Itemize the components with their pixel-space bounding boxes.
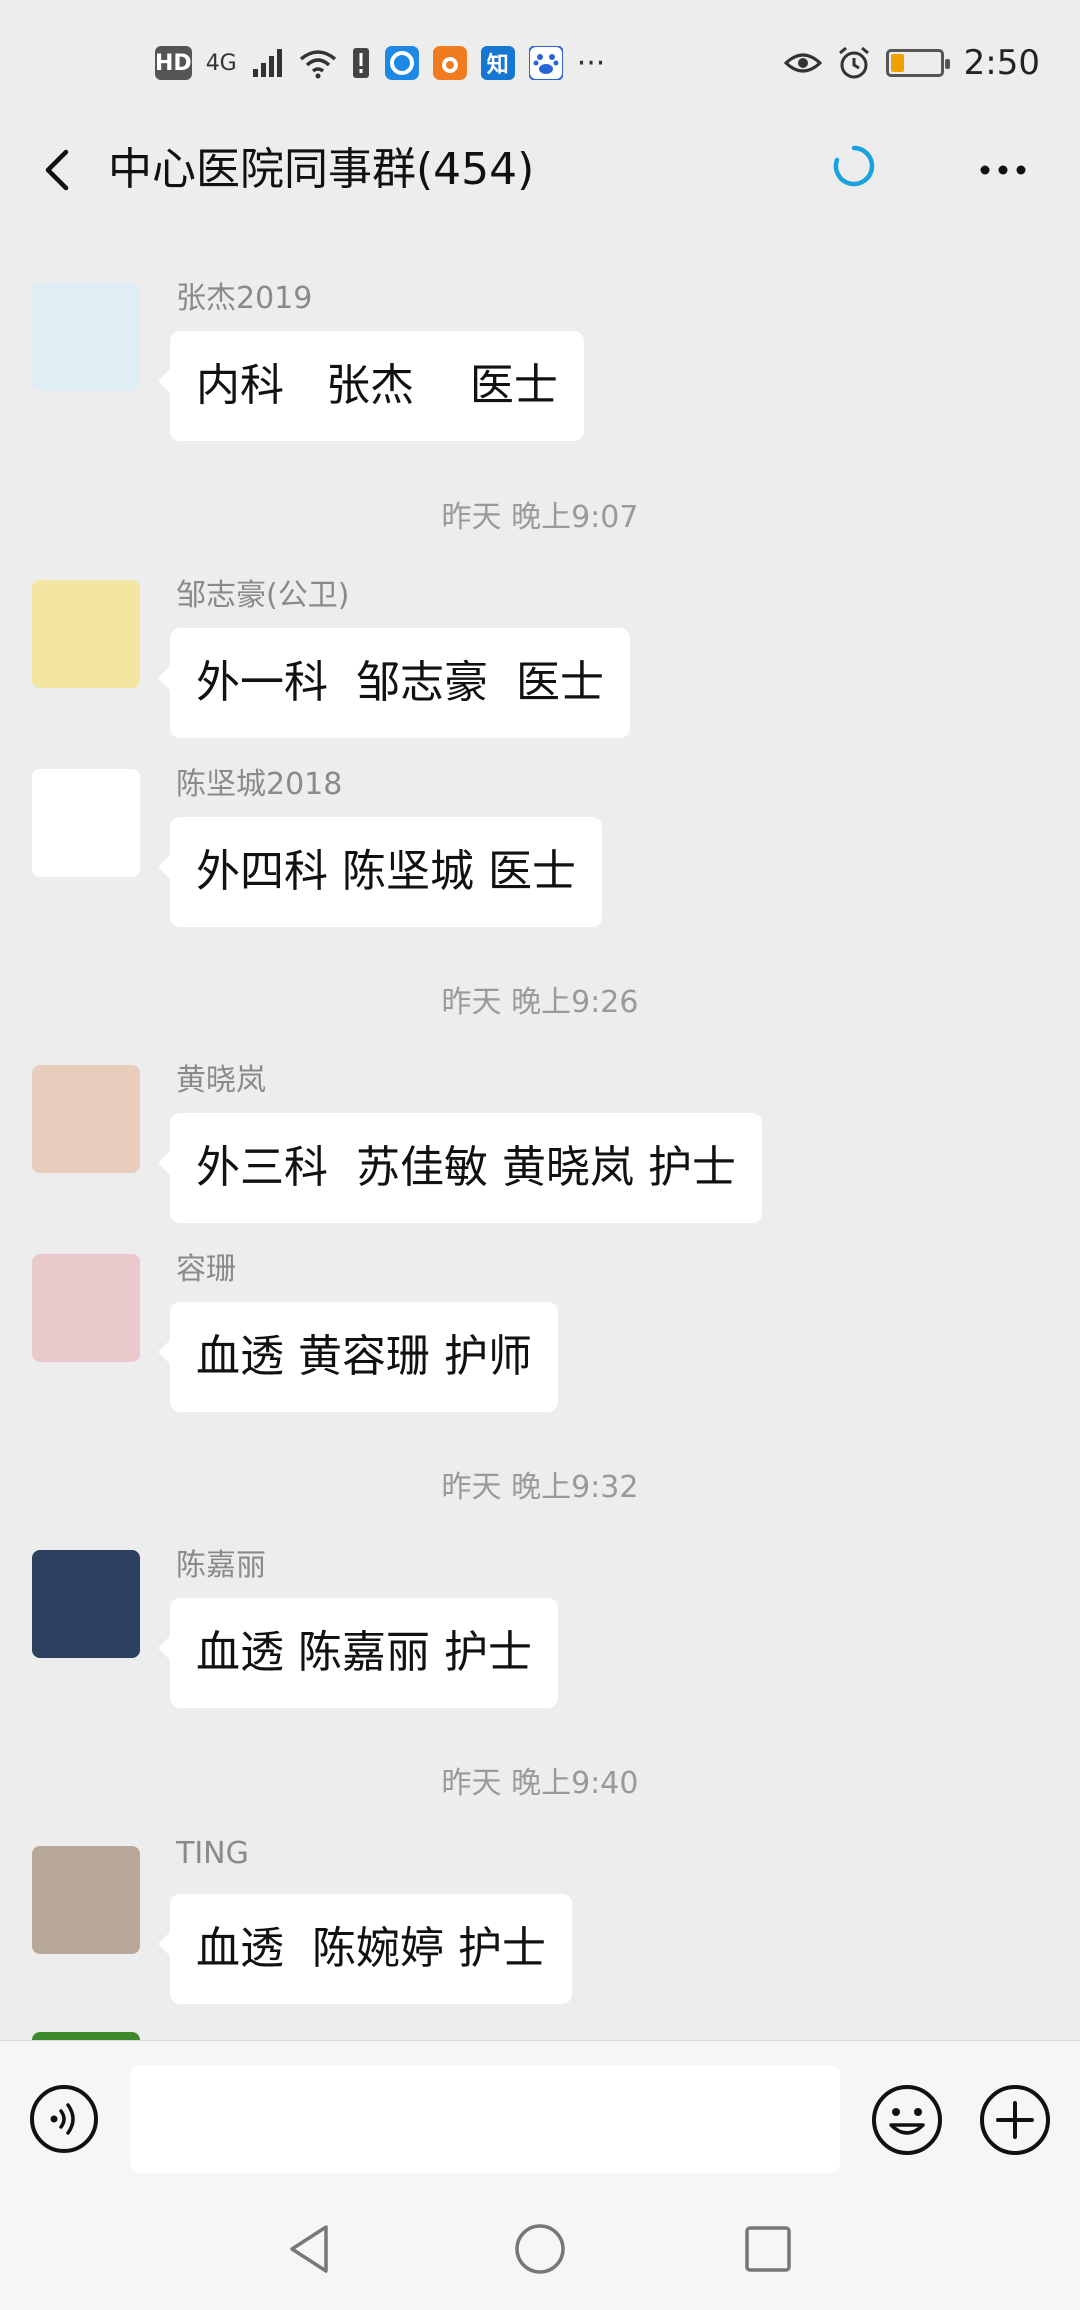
chat-header: 中心医院同事群(454) <box>0 120 1080 220</box>
zhihu-icon: 知 <box>480 46 515 80</box>
message-bubble[interactable]: 血透 陈嘉丽 护士 <box>158 1598 558 1708</box>
message-text-input[interactable] <box>130 2065 840 2173</box>
more-notifications-icon: ··· <box>576 45 606 81</box>
alarm-icon <box>838 46 869 79</box>
hd-icon: HD <box>155 46 192 80</box>
avatar[interactable] <box>32 769 140 877</box>
browser-icon <box>384 46 419 80</box>
sender-name: 张杰2019 <box>176 281 313 316</box>
status-left-icons: HD 4G 知 ··· <box>155 38 605 88</box>
avatar[interactable] <box>32 1254 140 1362</box>
battery-level <box>890 54 904 72</box>
status-right-icons: 2:50 <box>783 38 1040 88</box>
nav-home-icon[interactable] <box>512 2221 568 2277</box>
emoji-icon[interactable] <box>870 2083 944 2157</box>
sender-name: 邹志豪(公卫) <box>176 578 350 613</box>
wifi-icon <box>299 50 336 79</box>
avatar[interactable] <box>32 283 140 391</box>
time-divider: 昨天 晚上9:40 <box>441 1766 639 1801</box>
eye-icon <box>783 53 822 73</box>
baidu-icon <box>528 46 563 80</box>
sender-name: TING <box>176 1836 249 1871</box>
status-bar: HD 4G 知 ··· 2:50 <box>0 0 1080 120</box>
more-options-icon[interactable] <box>968 140 1038 200</box>
voice-input-icon[interactable] <box>28 2083 100 2155</box>
time-divider: 昨天 晚上9:07 <box>441 500 639 535</box>
sender-name: 陈坚城2018 <box>176 767 343 802</box>
avatar[interactable] <box>32 2032 140 2040</box>
sender-name: 陈嘉丽 <box>176 1548 266 1583</box>
message-bubble[interactable]: 外一科 邹志豪 医士 <box>158 628 630 738</box>
network-type-label: 4G <box>205 50 237 76</box>
time-divider: 昨天 晚上9:32 <box>441 1470 639 1505</box>
nav-recent-apps-icon[interactable] <box>740 2221 796 2277</box>
loading-spinner-icon <box>833 145 875 187</box>
avatar[interactable] <box>32 1550 140 1658</box>
time-divider: 昨天 晚上9:26 <box>441 985 639 1020</box>
avatar[interactable] <box>32 1065 140 1173</box>
plus-icon[interactable] <box>978 2083 1052 2157</box>
sender-name: 黄晓岚 <box>176 1063 266 1098</box>
avatar[interactable] <box>32 1846 140 1954</box>
message-bubble[interactable]: 外四科 陈坚城 医士 <box>158 817 602 927</box>
chat-title: 中心医院同事群(454) <box>108 144 535 195</box>
alert-icon <box>352 48 369 78</box>
chat-message-list[interactable]: 张杰2019 内科 张杰 医士 昨天 晚上9:07 邹志豪(公卫) 外一科 邹志… <box>0 220 1080 2040</box>
message-bubble[interactable]: 内科 张杰 医士 <box>158 331 584 441</box>
clock-time: 2:50 <box>963 43 1040 83</box>
sender-name: 容珊 <box>176 1252 236 1287</box>
nav-back-icon[interactable] <box>282 2221 338 2277</box>
message-bubble[interactable]: 外三科 苏佳敏 黄晓岚 护士 <box>158 1113 762 1223</box>
signal-icon <box>252 49 282 77</box>
battery-icon <box>885 49 950 77</box>
uc-icon <box>432 46 467 80</box>
message-bubble[interactable]: 血透 陈婉婷 护士 <box>158 1894 572 2004</box>
system-nav-bar <box>0 2195 1080 2310</box>
message-input-bar <box>0 2040 1080 2196</box>
back-icon[interactable] <box>30 140 90 200</box>
message-bubble[interactable]: 血透 黄容珊 护师 <box>158 1302 558 1412</box>
avatar[interactable] <box>32 580 140 688</box>
